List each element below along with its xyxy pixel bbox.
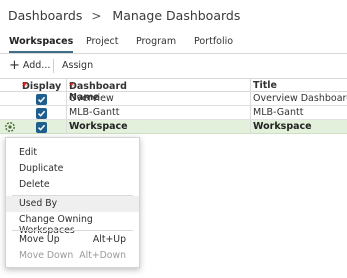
row-actions-gear-icon[interactable] — [4, 121, 16, 133]
menu-item-delete[interactable]: Delete — [6, 177, 139, 193]
title-cell: MLB-Gantt — [253, 107, 304, 118]
tab-portfolio[interactable]: Portfolio — [194, 35, 233, 53]
table-row[interactable]: MLB-Gantt MLB-Gantt — [0, 106, 347, 120]
dashboard-name-cell: MLB-Gantt — [69, 107, 120, 118]
breadcrumb-separator: > — [91, 8, 102, 23]
menu-item-duplicate[interactable]: Duplicate — [6, 161, 139, 177]
title-cell: Overview Dashboard — [253, 93, 347, 104]
display-checkbox[interactable] — [36, 107, 47, 119]
menu-item-move-down: Move Down Alt+Down — [19, 250, 126, 261]
menu-item-move-up[interactable]: Move Up Alt+Up — [6, 232, 139, 248]
add-button[interactable]: + Add... — [9, 57, 50, 74]
shortcut-label: Alt+Up — [92, 234, 126, 245]
menu-item-edit[interactable]: Edit — [6, 145, 139, 161]
menu-item-change-owning-workspaces[interactable]: Change Owning Workspaces — [6, 212, 139, 236]
title-cell: Workspace — [253, 121, 312, 132]
toolbar-divider — [53, 59, 54, 73]
assign-button[interactable]: Assign — [62, 57, 93, 74]
column-divider — [250, 78, 251, 134]
display-checkbox[interactable] — [36, 121, 47, 133]
tab-program[interactable]: Program — [136, 35, 176, 53]
shortcut-label: Alt+Down — [79, 250, 126, 261]
dashboard-name-cell: Overview — [69, 93, 114, 104]
tab-bar: Workspaces Project Program Portfolio — [0, 31, 347, 54]
breadcrumb-dashboards-link[interactable]: Dashboards — [8, 8, 82, 23]
table-header: Display * Dashboard Name * Title — [0, 78, 347, 103]
menu-item-used-by[interactable]: Used By — [6, 196, 139, 212]
row-context-menu: Edit Duplicate Delete Used By Change Own… — [5, 137, 140, 268]
column-header-title[interactable]: Title — [253, 80, 277, 91]
column-divider — [66, 78, 67, 134]
table-row[interactable]: Overview Overview Dashboard — [0, 92, 347, 106]
tab-project[interactable]: Project — [86, 35, 119, 53]
display-checkbox[interactable] — [36, 93, 47, 105]
menu-divider — [12, 230, 133, 231]
plus-icon: + — [9, 57, 20, 73]
breadcrumb: Dashboards > Manage Dashboards — [8, 0, 240, 31]
toolbar: + Add... Assign — [0, 54, 347, 78]
tab-workspaces[interactable]: Workspaces — [9, 35, 74, 53]
table-row-selected[interactable]: Workspace Workspace — [0, 120, 347, 134]
dashboard-name-cell: Workspace — [69, 121, 128, 132]
add-button-label: Add... — [22, 60, 51, 71]
page-title: Manage Dashboards — [112, 8, 241, 23]
